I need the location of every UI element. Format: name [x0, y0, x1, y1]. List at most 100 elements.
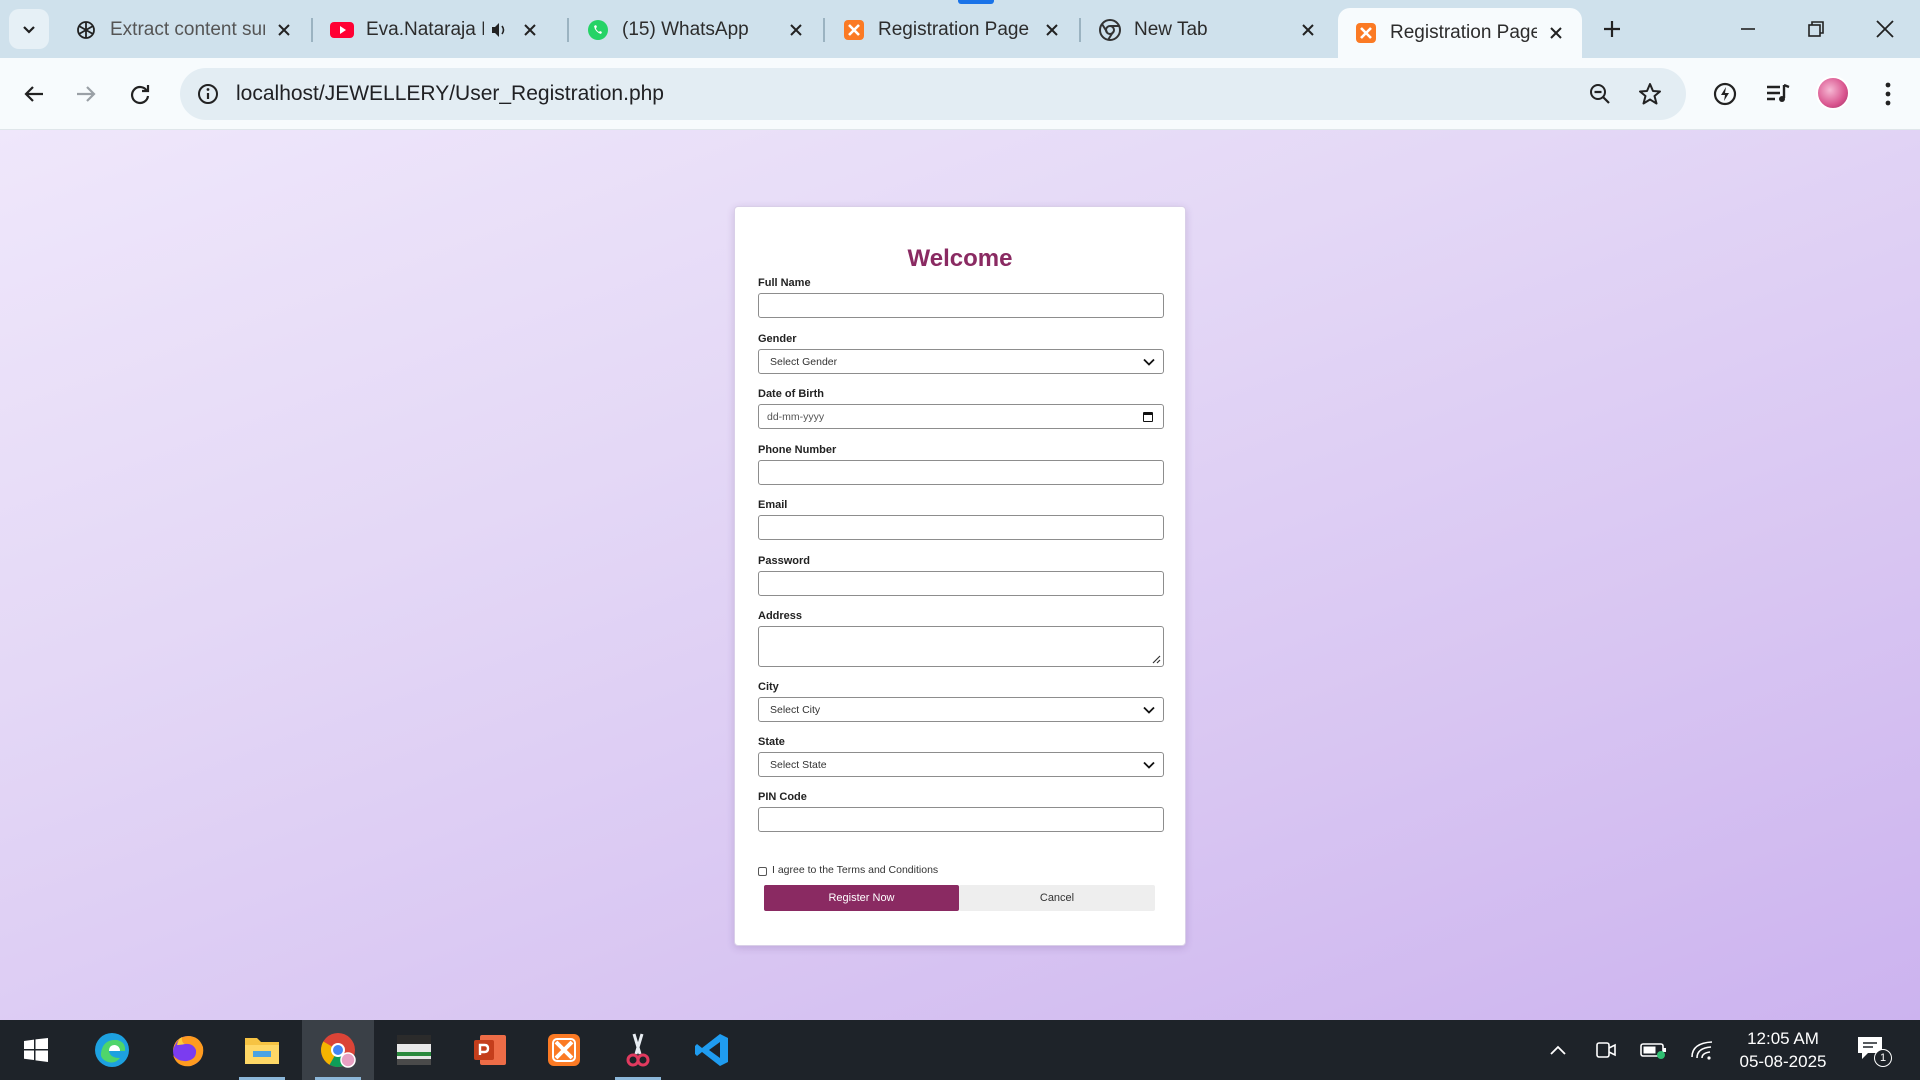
chevron-down-icon [1143, 358, 1155, 366]
taskbar-xampp[interactable] [528, 1020, 600, 1080]
full-name-label: Full Name [758, 277, 811, 289]
forward-button[interactable] [66, 74, 106, 114]
wifi-icon[interactable] [1688, 1038, 1716, 1062]
restore-button[interactable] [1788, 8, 1844, 50]
tab-registration-page[interactable]: Registration Page [826, 8, 1078, 52]
taskbar-snipping-tool[interactable] [602, 1020, 674, 1080]
windows-logo-icon [24, 1038, 48, 1062]
more-menu-icon[interactable] [1870, 76, 1906, 112]
vscode-icon [695, 1034, 728, 1066]
plus-icon [1604, 21, 1620, 37]
phone-label: Phone Number [758, 444, 837, 456]
chevron-down-icon [1143, 706, 1155, 714]
register-now-button[interactable]: Register Now [764, 885, 959, 911]
taskbar-firefox[interactable] [152, 1020, 224, 1080]
tab-new-tab[interactable]: New Tab [1082, 8, 1334, 52]
cancel-button[interactable]: Cancel [959, 885, 1155, 911]
close-icon[interactable] [784, 18, 808, 42]
dob-input[interactable]: dd-mm-yyyy [758, 404, 1164, 429]
bookmark-star-icon[interactable] [1636, 80, 1664, 108]
close-icon[interactable] [273, 18, 296, 42]
taskbar-chrome[interactable] [302, 1020, 374, 1080]
profile-avatar[interactable] [1816, 76, 1850, 110]
xampp-icon [1354, 21, 1378, 45]
chatgpt-icon [74, 18, 98, 42]
close-icon[interactable] [1296, 18, 1320, 42]
firefox-icon [173, 1036, 204, 1067]
email-input[interactable] [758, 515, 1164, 540]
taskbar-clock[interactable]: 12:05 AM 05-08-2025 [1728, 1027, 1838, 1073]
performance-icon[interactable] [1707, 76, 1743, 112]
email-label: Email [758, 499, 788, 511]
whatsapp-icon [586, 18, 610, 42]
new-tab-button[interactable] [1596, 13, 1628, 45]
media-controls-icon[interactable] [1760, 76, 1796, 112]
reload-button[interactable] [120, 74, 160, 114]
xampp-icon [842, 18, 866, 42]
address-label: Address [758, 610, 803, 622]
state-select[interactable]: Select State [758, 752, 1164, 777]
taskbar-edge[interactable] [76, 1020, 148, 1080]
start-button[interactable] [0, 1020, 72, 1080]
close-window-button[interactable] [1857, 8, 1913, 50]
tab-search-button[interactable] [9, 9, 49, 49]
city-selected-value: Select City [770, 704, 821, 716]
speaker-icon[interactable] [488, 19, 510, 41]
tab-registration-page-active[interactable]: Registration Page [1338, 8, 1582, 58]
password-input[interactable] [758, 571, 1164, 596]
resize-grip-icon[interactable] [1151, 654, 1161, 664]
close-icon[interactable] [1040, 18, 1064, 42]
taskbar-vscode[interactable] [676, 1020, 748, 1080]
show-hidden-icons-chevron-icon[interactable] [1544, 1038, 1572, 1062]
meet-now-icon[interactable] [1592, 1038, 1620, 1062]
tab-title: Registration Page [878, 19, 1030, 40]
notification-count-badge: 1 [1874, 1049, 1892, 1067]
notification-center-button[interactable]: 1 [1856, 1035, 1892, 1067]
full-name-input[interactable] [758, 293, 1164, 318]
chevron-down-icon [1143, 761, 1155, 769]
taskbar-file-explorer[interactable] [226, 1020, 298, 1080]
xampp-icon [548, 1034, 580, 1066]
tab-separator [1079, 18, 1081, 42]
page-background: Welcome Full Name Gender Select Gender D… [0, 130, 1920, 1020]
close-icon[interactable] [1545, 21, 1568, 45]
chrome-icon [1098, 18, 1122, 42]
tab-title: (15) WhatsApp [622, 19, 749, 40]
zoom-icon[interactable] [1586, 80, 1614, 108]
terms-label[interactable]: I agree to the Terms and Conditions [772, 864, 938, 876]
tab-title: New Tab [1134, 19, 1208, 40]
arrow-right-icon [77, 86, 96, 102]
dob-placeholder: dd-mm-yyyy [767, 411, 825, 423]
close-icon[interactable] [518, 18, 542, 42]
back-button[interactable] [14, 74, 54, 114]
chrome-icon [321, 1033, 356, 1068]
tab-youtube[interactable]: Eva.Nataraja M [314, 8, 566, 52]
powerpoint-icon [474, 1035, 506, 1065]
tab-title: Extract content sur [110, 19, 265, 40]
phone-input[interactable] [758, 460, 1164, 485]
tab-separator [311, 18, 313, 42]
restore-icon [1808, 21, 1824, 37]
battery-icon[interactable] [1640, 1038, 1668, 1062]
tab-whatsapp[interactable]: (15) WhatsApp [570, 8, 822, 52]
address-bar[interactable]: localhost/JEWELLERY/User_Registration.ph… [180, 68, 1686, 120]
folder-icon [245, 1038, 279, 1064]
taskbar-powerpoint[interactable] [454, 1020, 526, 1080]
chevron-down-icon [23, 26, 35, 34]
password-label: Password [758, 555, 810, 567]
gender-label: Gender [758, 333, 797, 345]
pin-code-input[interactable] [758, 807, 1164, 832]
registration-form-card: Welcome Full Name Gender Select Gender D… [734, 206, 1186, 946]
taskbar-generic-app[interactable] [378, 1020, 450, 1080]
tab-chatgpt[interactable]: Extract content sur [58, 8, 310, 52]
terms-checkbox[interactable] [758, 867, 767, 876]
address-textarea[interactable] [758, 626, 1164, 667]
url-text[interactable]: localhost/JEWELLERY/User_Registration.ph… [236, 82, 664, 106]
site-info-icon[interactable] [194, 80, 222, 108]
city-select[interactable]: Select City [758, 697, 1164, 722]
gender-select[interactable]: Select Gender [758, 349, 1164, 374]
minimize-button[interactable] [1720, 8, 1776, 50]
youtube-icon [330, 18, 354, 42]
calendar-icon[interactable] [1143, 412, 1153, 422]
pin-code-label: PIN Code [758, 791, 807, 803]
